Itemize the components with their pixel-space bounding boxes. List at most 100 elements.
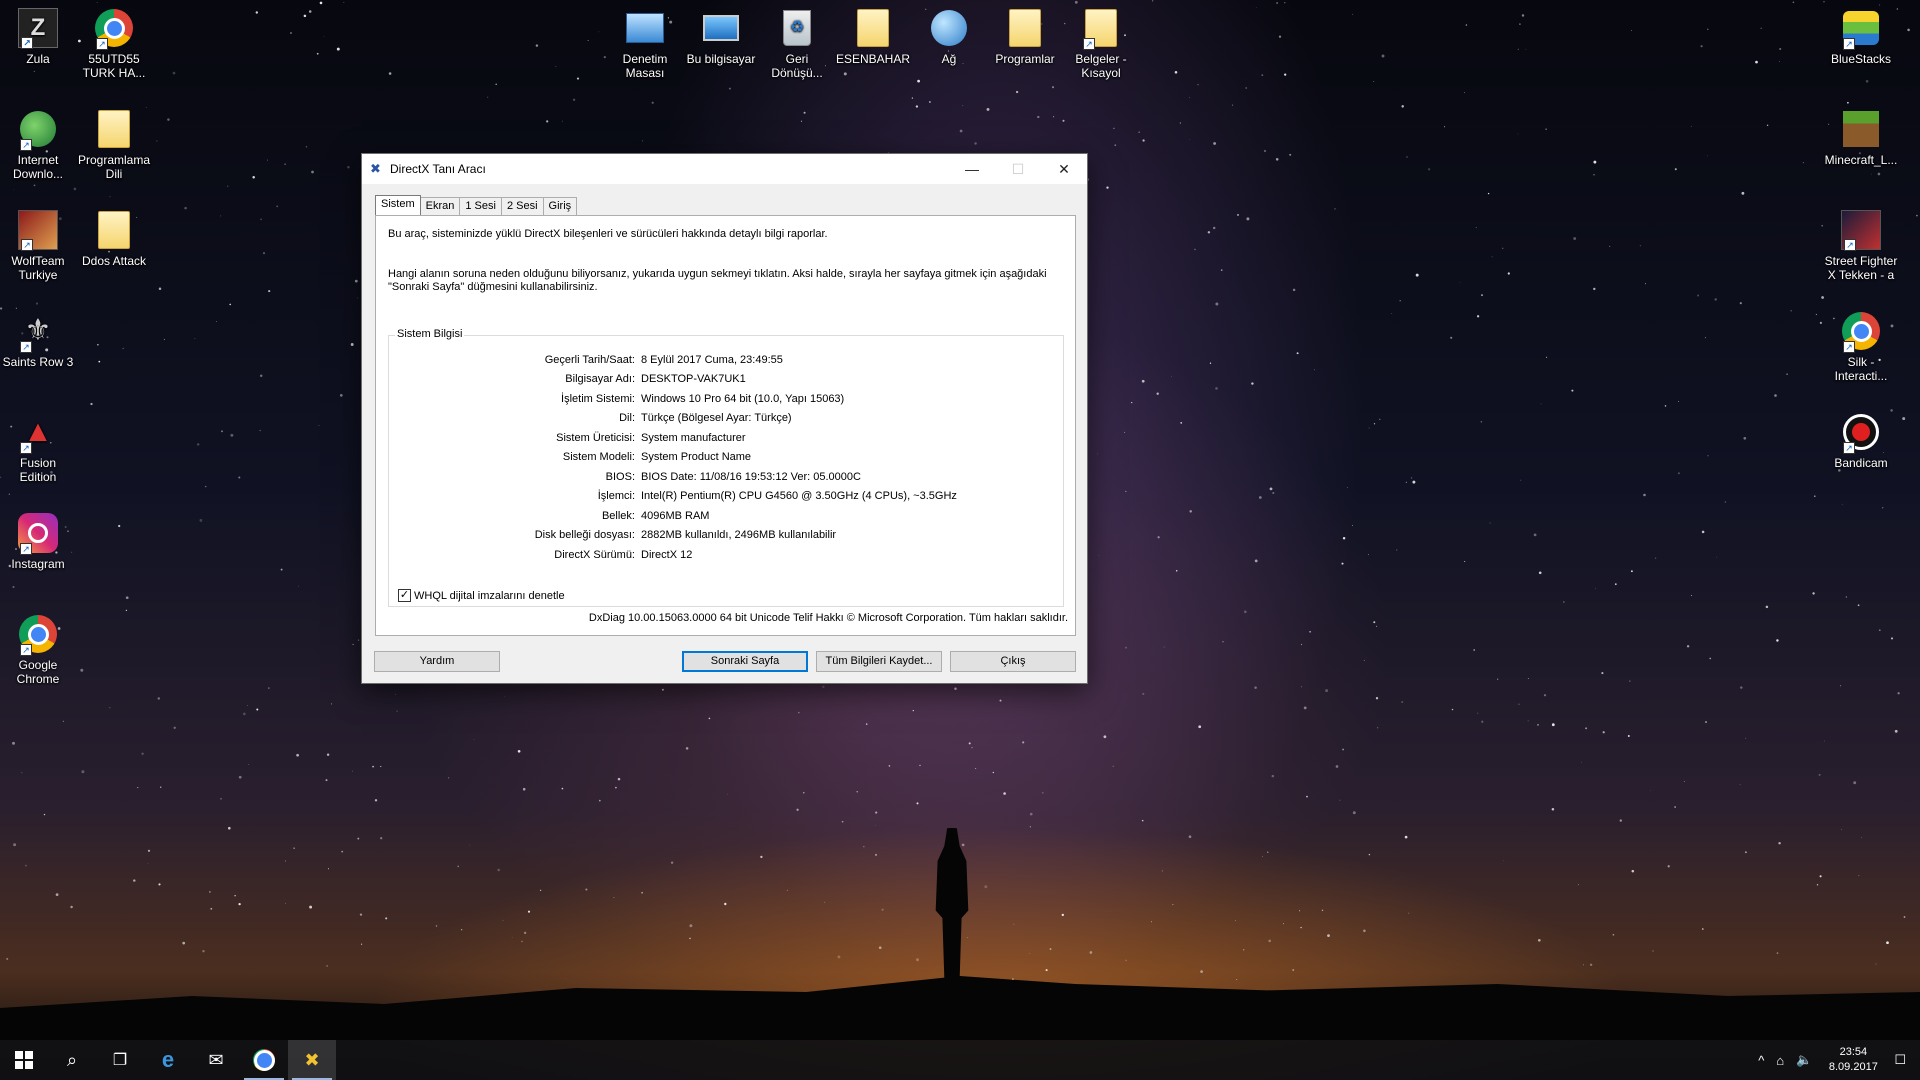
star <box>461 929 463 931</box>
volume-icon[interactable]: 🔈 <box>1796 1052 1812 1068</box>
star <box>158 287 162 291</box>
star <box>1525 48 1527 50</box>
taskbar-chrome[interactable] <box>240 1040 288 1080</box>
desktop-icon-belgeler-kisayol[interactable]: ↗ Belgeler - Kısayol <box>1063 8 1139 80</box>
taskbar-directx[interactable]: ✖ <box>288 1040 336 1080</box>
star <box>309 905 313 909</box>
desktop-icon-saints-row[interactable]: ⚜ ↗ Saints Row 3 <box>0 311 76 370</box>
whql-checkbox[interactable]: ✓ <box>398 589 411 602</box>
star <box>1593 160 1597 164</box>
desktop-icon-label: Saints Row 3 <box>2 355 74 369</box>
star <box>1465 24 1468 26</box>
star <box>615 786 617 789</box>
save-all-info-button[interactable]: Tüm Bilgileri Kaydet... <box>816 651 942 672</box>
whql-check-row[interactable]: ✓ WHQL dijital imzalarını denetle <box>398 589 565 602</box>
whql-checkbox-label[interactable]: WHQL dijital imzalarını denetle <box>414 590 565 602</box>
directx-app-icon: ✖ <box>370 161 381 176</box>
desktop-icon-fusion-edition[interactable]: ▲ ↗ Fusion Edition <box>0 412 76 485</box>
fusion-game-icon: ▲ ↗ <box>18 412 58 454</box>
close-button[interactable]: ✕ <box>1041 154 1087 184</box>
tab-2-sesi[interactable]: 2 Sesi <box>500 197 544 215</box>
help-button[interactable]: Yardım <box>374 651 500 672</box>
star <box>603 55 606 59</box>
group-title: Sistem Bilgisi <box>395 328 465 340</box>
windows-logo-icon <box>15 1051 33 1069</box>
star <box>1399 299 1401 302</box>
star <box>1375 697 1379 700</box>
star <box>330 703 332 705</box>
desktop-icon-55utd55[interactable]: ↗ 55UTD55 TURK HA... <box>76 8 152 80</box>
star <box>1444 126 1446 128</box>
desktop-icon-geri-donusum[interactable]: ♻ Geri Dönüşü... <box>759 8 835 80</box>
star <box>13 843 17 847</box>
star <box>1802 162 1804 164</box>
chevron-up-icon[interactable]: ^ <box>1758 1053 1764 1068</box>
desktop-icon-programlama-dili[interactable]: Programlama Dili <box>76 109 152 181</box>
star <box>228 826 231 830</box>
action-center-icon[interactable]: ☐ <box>1894 1052 1906 1068</box>
star <box>1503 860 1505 862</box>
desktop-icon-programlar[interactable]: Programlar <box>987 8 1063 66</box>
desktop-icon-ddos-attack[interactable]: Ddos Attack <box>76 210 152 268</box>
info-row: İşletim Sistemi: Windows 10 Pro 64 bit (1… <box>389 393 1065 409</box>
network-status-icon[interactable]: ⌂ <box>1776 1053 1784 1068</box>
star <box>1593 287 1596 291</box>
info-row: DirectX Sürümü: DirectX 12 <box>389 549 1065 565</box>
control-panel-icon <box>625 8 665 48</box>
star <box>354 279 358 283</box>
taskbar-edge[interactable]: e <box>144 1040 192 1080</box>
desktop-icon-street-fighter[interactable]: ↗ Street Fighter X Tekken - a <box>1823 210 1899 282</box>
desktop-icon-instagram[interactable]: ↗ Instagram <box>0 513 76 571</box>
desktop-icon-minecraft[interactable]: Minecraft_L... <box>1823 109 1899 167</box>
star <box>1254 686 1257 689</box>
desktop-icon-bandicam[interactable]: ↗ Bandicam <box>1823 412 1899 470</box>
taskbar-mail[interactable]: ✉ <box>192 1040 240 1080</box>
desktop-icon-bluestacks[interactable]: ↗ BlueStacks <box>1823 8 1899 66</box>
desktop-icon-wolfteam[interactable]: ↗ WolfTeam Turkiye <box>0 210 76 282</box>
star <box>522 787 526 791</box>
star <box>1125 646 1127 649</box>
tab-ekran[interactable]: Ekran <box>419 197 461 215</box>
star <box>1551 807 1555 811</box>
star <box>1246 217 1250 221</box>
task-view-button[interactable]: ❐ <box>96 1040 144 1080</box>
star <box>1215 302 1219 306</box>
desktop-icon-denetim-masasi[interactable]: Denetim Masası <box>607 8 683 80</box>
desktop-icon-google-chrome[interactable]: ↗ Google Chrome <box>0 614 76 686</box>
desktop-icon-internet-download[interactable]: ↗ Internet Downlo... <box>0 109 76 181</box>
star <box>1098 554 1100 556</box>
desktop-icon-zula[interactable]: Z ↗ Zula <box>0 8 76 66</box>
star <box>1263 149 1267 153</box>
tab-sistem[interactable]: Sistem <box>375 195 421 215</box>
tab-1-sesi[interactable]: 1 Sesi <box>459 197 502 215</box>
intro-text: Bu araç, sisteminizde yüklü DirectX bile… <box>388 228 828 240</box>
exit-button[interactable]: Çıkış <box>950 651 1076 672</box>
search-button[interactable]: ⌕ <box>48 1040 96 1080</box>
star <box>374 799 378 802</box>
star <box>21 772 23 774</box>
star <box>961 843 965 847</box>
clock[interactable]: 23:54 8.09.2017 <box>1818 1045 1888 1075</box>
start-button[interactable] <box>0 1040 48 1080</box>
tab-giris[interactable]: Giriş <box>542 197 578 215</box>
desktop-icon-ag[interactable]: Ağ <box>911 8 987 66</box>
tab-bar: Sistem Ekran 1 Sesi 2 Sesi Giriş <box>375 195 578 215</box>
info-row: Bilgisayar Adı: DESKTOP-VAK7UK1 <box>389 373 1065 389</box>
window-titlebar[interactable]: ✖ DirectX Tanı Aracı — ☐ ✕ <box>362 154 1087 184</box>
info-value: Türkçe (Bölgesel Ayar: Türkçe) <box>641 412 792 424</box>
minimize-button[interactable]: — <box>949 154 995 184</box>
next-page-button[interactable]: Sonraki Sayfa <box>682 651 808 672</box>
star <box>204 485 207 488</box>
star <box>1537 938 1541 942</box>
star <box>1881 506 1884 509</box>
star <box>158 883 161 886</box>
desktop-icon-bu-bilgisayar[interactable]: Bu bilgisayar <box>683 8 759 66</box>
info-row: İşlemci: Intel(R) Pentium(R) CPU G4560 @ … <box>389 490 1065 506</box>
star <box>357 837 360 840</box>
star <box>234 895 236 897</box>
star <box>1113 127 1115 130</box>
desktop-icon-esenbahar[interactable]: ESENBAHAR <box>835 8 911 66</box>
desktop-icon-silk[interactable]: ↗ Silk - Interacti... <box>1823 311 1899 383</box>
star <box>1537 724 1539 726</box>
star <box>497 868 500 872</box>
